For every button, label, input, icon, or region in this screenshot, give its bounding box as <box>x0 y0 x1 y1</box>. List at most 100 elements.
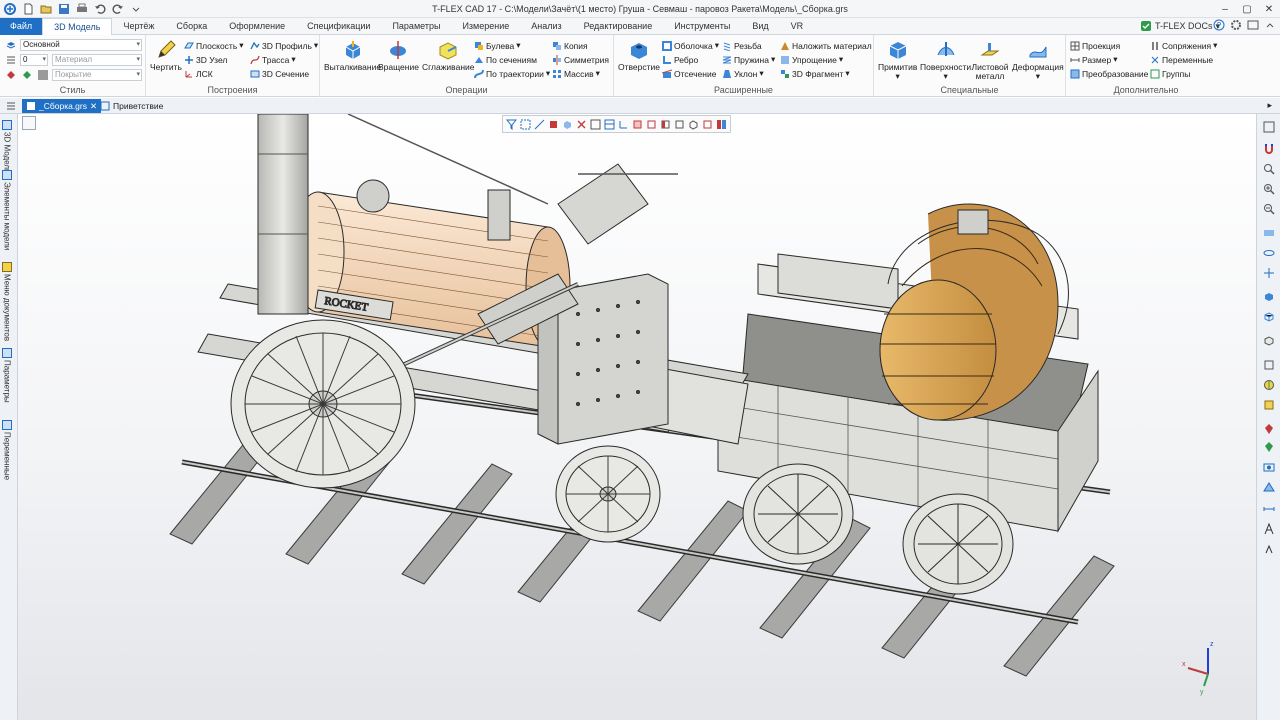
tab-specifications[interactable]: Спецификации <box>296 18 381 35</box>
shaded-button[interactable] <box>1262 290 1276 304</box>
tab-view[interactable]: Вид <box>741 18 779 35</box>
new-icon[interactable] <box>22 3 34 15</box>
minimize-button[interactable]: – <box>1214 0 1236 18</box>
section-view-button[interactable] <box>1262 226 1276 240</box>
panel-tab-variables[interactable]: Переменные <box>2 420 12 480</box>
path-button[interactable]: Трасса ▾ <box>250 53 296 66</box>
layout-icon[interactable] <box>1247 19 1259 31</box>
doc-tab-assembly[interactable]: _Сборка.grs ✕ <box>22 99 102 113</box>
tab-parameters[interactable]: Параметры <box>381 18 451 35</box>
simplify-button[interactable]: Упрощение ▾ <box>780 53 843 66</box>
text-button[interactable] <box>1262 522 1276 536</box>
sheet-metal-button[interactable]: Листовой металл <box>970 39 1010 81</box>
plane-button[interactable]: Плоскость ▾ <box>184 39 244 52</box>
tab-measurement[interactable]: Измерение <box>451 18 520 35</box>
snap-button[interactable] <box>1262 142 1276 156</box>
variables-button[interactable]: Переменные <box>1150 53 1213 66</box>
copy-button[interactable]: Копия <box>552 39 588 52</box>
tab-formatting[interactable]: Оформление <box>218 18 296 35</box>
by-sections-button[interactable]: По сечениям <box>474 53 537 66</box>
view-window-button[interactable] <box>1262 120 1276 134</box>
wireframe-button[interactable] <box>1262 310 1276 324</box>
deform-button[interactable]: Деформация ▾ <box>1012 39 1064 81</box>
rotate-button[interactable]: Вращение <box>378 39 419 72</box>
lcs-button[interactable]: ЛСК <box>184 67 213 80</box>
color-view-button[interactable] <box>1262 440 1276 454</box>
smooth-button[interactable]: Сглаживание <box>422 39 475 72</box>
tabs-overflow-icon[interactable]: ▸ <box>1267 100 1272 111</box>
print-icon[interactable] <box>76 3 88 15</box>
coating-select[interactable]: Покрытие ▾ <box>52 69 142 81</box>
settings-icon[interactable] <box>1230 19 1242 31</box>
draw-button[interactable]: Чертить <box>150 39 182 72</box>
panel-tab-3d-model[interactable]: 3D Модель <box>2 120 12 173</box>
hidden-lines-button[interactable] <box>1262 334 1276 348</box>
coating-swatch[interactable] <box>38 70 48 80</box>
maximize-button[interactable]: ▢ <box>1236 0 1258 18</box>
tab-vr[interactable]: VR <box>780 18 815 35</box>
tab-editing[interactable]: Редактирование <box>573 18 664 35</box>
help-icon[interactable]: ? <box>1213 19 1225 31</box>
hole-button[interactable]: Отверстие <box>618 39 660 72</box>
array-button[interactable]: Массив ▾ <box>552 67 600 80</box>
dimensions-button[interactable] <box>1262 502 1276 516</box>
tab-file[interactable]: Файл <box>0 17 43 35</box>
transform-button[interactable]: Преобразование <box>1070 67 1148 80</box>
materials-view-button[interactable] <box>1262 398 1276 412</box>
profile3d-button[interactable]: 3D Профиль ▾ <box>250 39 318 52</box>
open-icon[interactable] <box>40 3 52 15</box>
spring-button[interactable]: Пружина ▾ <box>722 53 775 66</box>
orbit-button[interactable] <box>1262 246 1276 260</box>
color-icon[interactable] <box>22 70 32 80</box>
tab-3d-model[interactable]: 3D Модель <box>42 17 113 35</box>
primitive-button[interactable]: Примитив ▾ <box>878 39 917 81</box>
cut-button[interactable]: Отсечение <box>662 67 716 80</box>
zoom-out-button[interactable] <box>1262 202 1276 216</box>
tab-assembly[interactable]: Сборка <box>165 18 218 35</box>
close-button[interactable]: ✕ <box>1258 0 1280 18</box>
mates-button[interactable]: Сопряжения ▾ <box>1150 39 1217 52</box>
sphere-view-button[interactable] <box>1262 378 1276 392</box>
level-field[interactable]: 0 ▾ <box>20 54 48 66</box>
render-button[interactable] <box>1262 480 1276 494</box>
docs-button[interactable]: T-FLEX DOCs ▾ <box>1140 20 1220 32</box>
node3d-button[interactable]: 3D Узел <box>184 53 227 66</box>
by-path-button[interactable]: По траектории ▾ <box>474 67 550 80</box>
zoom-button[interactable] <box>1262 162 1276 176</box>
boolean-button[interactable]: Булева ▾ <box>474 39 521 52</box>
doc-tab-welcome[interactable]: Приветствие <box>96 99 167 113</box>
size-button[interactable]: Размер ▾ <box>1070 53 1118 66</box>
surfaces-button[interactable]: Поверхности ▾ <box>920 39 971 81</box>
zoom-in-button[interactable] <box>1262 182 1276 196</box>
tab-analysis[interactable]: Анализ <box>520 18 572 35</box>
rib-button[interactable]: Ребро <box>662 53 698 66</box>
redo-icon[interactable] <box>112 3 124 15</box>
shell-button[interactable]: Оболочка ▾ <box>662 39 719 52</box>
options-icon[interactable] <box>130 3 142 15</box>
section3d-button[interactable]: 3D Сечение <box>250 67 309 80</box>
pan-button[interactable] <box>1262 266 1276 280</box>
tab-tools[interactable]: Инструменты <box>663 18 741 35</box>
panel-tab-parameters[interactable]: Параметры <box>2 348 12 403</box>
app-icon[interactable] <box>4 2 16 15</box>
box-view-button[interactable] <box>1262 358 1276 372</box>
symmetry-button[interactable]: Симметрия <box>552 53 609 66</box>
apply-material-button[interactable]: Наложить материал <box>780 39 872 52</box>
camera-button[interactable] <box>1262 460 1276 474</box>
collapse-ribbon-icon[interactable] <box>1264 19 1276 31</box>
undo-icon[interactable] <box>94 3 106 15</box>
slope-button[interactable]: Уклон ▾ <box>722 67 764 80</box>
thread-button[interactable]: Резьба <box>722 39 762 52</box>
tab-drawing[interactable]: Чертёж <box>112 18 165 35</box>
text-small-button[interactable] <box>1262 542 1276 556</box>
projection-button[interactable]: Проекция <box>1070 39 1120 52</box>
fragment3d-button[interactable]: 3D Фрагмент ▾ <box>780 67 850 80</box>
extrude-button[interactable]: Выталкивание <box>324 39 381 72</box>
3d-viewport[interactable]: ROCKET z x y <box>18 114 1256 720</box>
material-select[interactable]: Материал ▾ <box>52 54 142 66</box>
locomotive-model[interactable]: ROCKET z x y <box>18 114 1256 720</box>
layer-select[interactable]: Основной ▾ <box>20 39 142 51</box>
doc-menu-icon[interactable] <box>6 101 16 111</box>
panel-tab-model-elements[interactable]: Элементы модели <box>2 170 12 250</box>
groups-button[interactable]: Группы <box>1150 67 1190 80</box>
